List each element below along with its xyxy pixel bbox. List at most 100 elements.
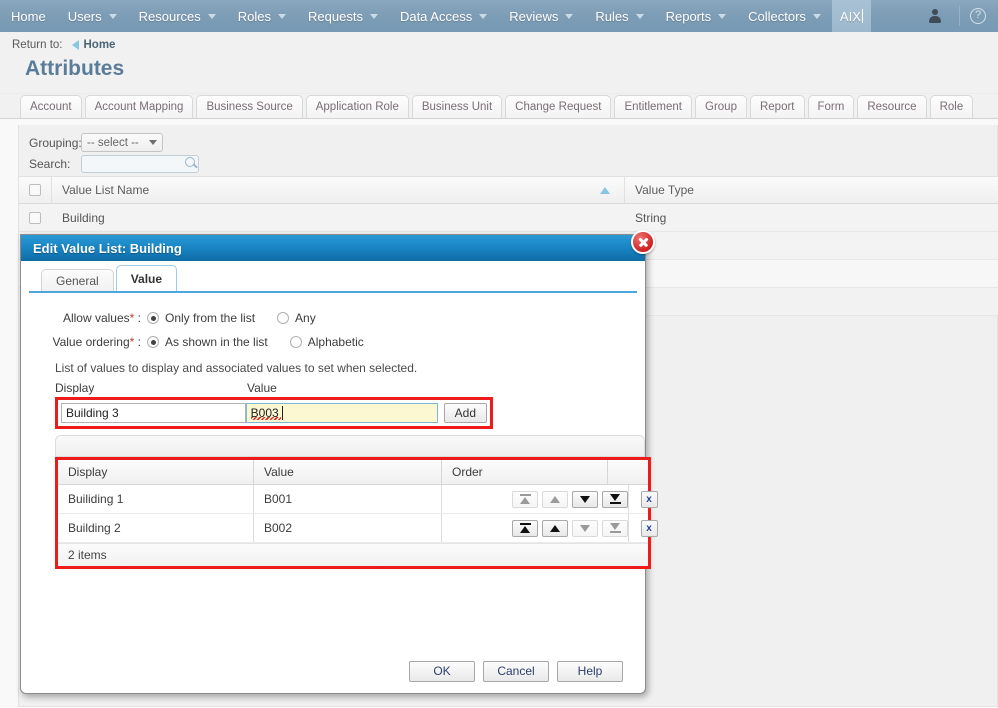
move-to-bottom-icon[interactable] <box>602 491 628 508</box>
radio-allow-any[interactable]: Any <box>277 311 316 325</box>
grouping-select[interactable]: -- select -- <box>81 133 163 152</box>
attribute-type-tabs: Account Account Mapping Business Source … <box>0 94 998 119</box>
value-ordering-row: Value ordering* : As shown in the list A… <box>21 335 645 349</box>
table-row[interactable]: Builiding 1 B001 <box>58 485 648 514</box>
value-ordering-label: Value ordering* : <box>21 335 147 349</box>
nav-item-aix-active[interactable]: AIX <box>832 0 871 32</box>
radio-label: Only from the list <box>165 311 255 325</box>
radio-order-alphabetic[interactable]: Alphabetic <box>290 335 364 349</box>
tab-group[interactable]: Group <box>695 95 747 118</box>
tab-role[interactable]: Role <box>930 95 974 118</box>
nav-item-rules[interactable]: Rules <box>584 0 654 32</box>
tab-application-role[interactable]: Application Role <box>306 95 409 118</box>
tab-account[interactable]: Account <box>20 95 82 118</box>
nav-item-roles[interactable]: Roles <box>227 0 297 32</box>
tab-resource[interactable]: Resource <box>857 95 926 118</box>
search-row: Search: <box>19 155 997 176</box>
nav-item-label: Collectors <box>748 9 806 24</box>
display-input[interactable] <box>61 403 246 423</box>
text-cursor <box>862 9 863 23</box>
move-up-icon[interactable] <box>542 491 568 508</box>
tab-change-request[interactable]: Change Request <box>505 95 611 118</box>
move-to-top-icon[interactable] <box>512 520 538 537</box>
move-to-bottom-icon[interactable] <box>602 520 628 537</box>
nav-item-resources[interactable]: Resources <box>128 0 227 32</box>
nav-item-data-access[interactable]: Data Access <box>389 0 498 32</box>
grouping-selected-value: -- select -- <box>87 137 139 149</box>
column-header-value[interactable]: Value <box>254 460 442 484</box>
nav-item-requests[interactable]: Requests <box>297 0 389 32</box>
values-table-toolbar <box>55 435 645 457</box>
chevron-down-icon <box>109 14 117 19</box>
search-icon[interactable] <box>185 157 195 167</box>
delete-row-button[interactable]: x <box>641 491 658 508</box>
select-all-checkbox[interactable] <box>29 184 41 196</box>
tab-general[interactable]: General <box>41 269 114 291</box>
search-input[interactable] <box>81 155 199 173</box>
required-marker: * <box>130 311 135 325</box>
allow-values-row: Allow values* : Only from the list Any <box>21 311 645 325</box>
tab-value[interactable]: Value <box>116 265 177 291</box>
column-header-value-type[interactable]: Value Type <box>625 183 998 197</box>
radio-icon <box>147 336 159 348</box>
text-cursor <box>282 406 283 420</box>
nav-item-reviews[interactable]: Reviews <box>498 0 584 32</box>
add-value-row: Add <box>55 397 493 429</box>
move-down-icon[interactable] <box>572 491 598 508</box>
move-up-icon[interactable] <box>542 520 568 537</box>
select-all-cell <box>19 184 51 196</box>
nav-divider <box>959 6 960 26</box>
column-header-value-list-name[interactable]: Value List Name <box>52 183 624 197</box>
nav-item-home[interactable]: Home <box>0 0 57 32</box>
tab-label: Business Unit <box>422 101 492 113</box>
nav-item-reports[interactable]: Reports <box>655 0 738 32</box>
allow-values-colon: : <box>138 311 141 325</box>
add-button[interactable]: Add <box>444 403 487 423</box>
chevron-down-icon <box>813 14 821 19</box>
dialog-tabs: General Value <box>29 267 637 293</box>
radio-label: Any <box>295 311 316 325</box>
nav-active-label: AIX <box>840 9 861 24</box>
values-table-footer: 2 items <box>58 543 648 566</box>
cancel-button[interactable]: Cancel <box>483 661 549 682</box>
column-header-display[interactable]: Display <box>58 460 254 484</box>
page-title: Attributes <box>25 57 998 81</box>
row-checkbox[interactable] <box>29 212 41 224</box>
help-icon[interactable]: ? <box>970 8 986 24</box>
row-select-cell <box>19 212 51 224</box>
radio-icon <box>147 312 159 324</box>
ok-button[interactable]: OK <box>409 661 475 682</box>
help-button[interactable]: Help <box>557 661 623 682</box>
table-row[interactable]: Building 2 B002 <box>58 514 648 543</box>
tab-form[interactable]: Form <box>808 95 855 118</box>
column-header-order[interactable]: Order <box>442 460 608 484</box>
order-button-group <box>512 520 628 537</box>
tab-business-unit[interactable]: Business Unit <box>412 95 502 118</box>
radio-order-as-shown[interactable]: As shown in the list <box>147 335 268 349</box>
values-table: Display Value Order Builiding 1 B001 <box>55 457 651 569</box>
sort-ascending-icon <box>600 187 610 194</box>
column-label: Value List Name <box>62 183 149 197</box>
move-down-icon[interactable] <box>572 520 598 537</box>
value-ordering-colon: : <box>138 335 141 349</box>
move-to-top-icon[interactable] <box>512 491 538 508</box>
values-table-header: Display Value Order <box>58 460 648 485</box>
nav-item-users[interactable]: Users <box>57 0 128 32</box>
tab-business-source[interactable]: Business Source <box>196 95 302 118</box>
search-label: Search: <box>29 157 81 171</box>
tab-report[interactable]: Report <box>750 95 805 118</box>
tab-entitlement[interactable]: Entitlement <box>614 95 692 118</box>
values-hint-text: List of values to display and associated… <box>55 361 645 375</box>
cell-order <box>442 485 629 513</box>
radio-icon <box>277 312 289 324</box>
table-row[interactable]: Building String <box>19 204 998 232</box>
user-menu-button[interactable] <box>920 9 955 23</box>
breadcrumb-home-link[interactable]: Home <box>84 39 116 51</box>
radio-label: As shown in the list <box>165 335 268 349</box>
delete-row-button[interactable]: x <box>641 520 658 537</box>
value-input[interactable] <box>246 403 438 423</box>
radio-allow-only-from-list[interactable]: Only from the list <box>147 311 255 325</box>
tab-account-mapping[interactable]: Account Mapping <box>85 95 194 118</box>
close-icon[interactable] <box>631 230 655 254</box>
nav-item-collectors[interactable]: Collectors <box>737 0 832 32</box>
